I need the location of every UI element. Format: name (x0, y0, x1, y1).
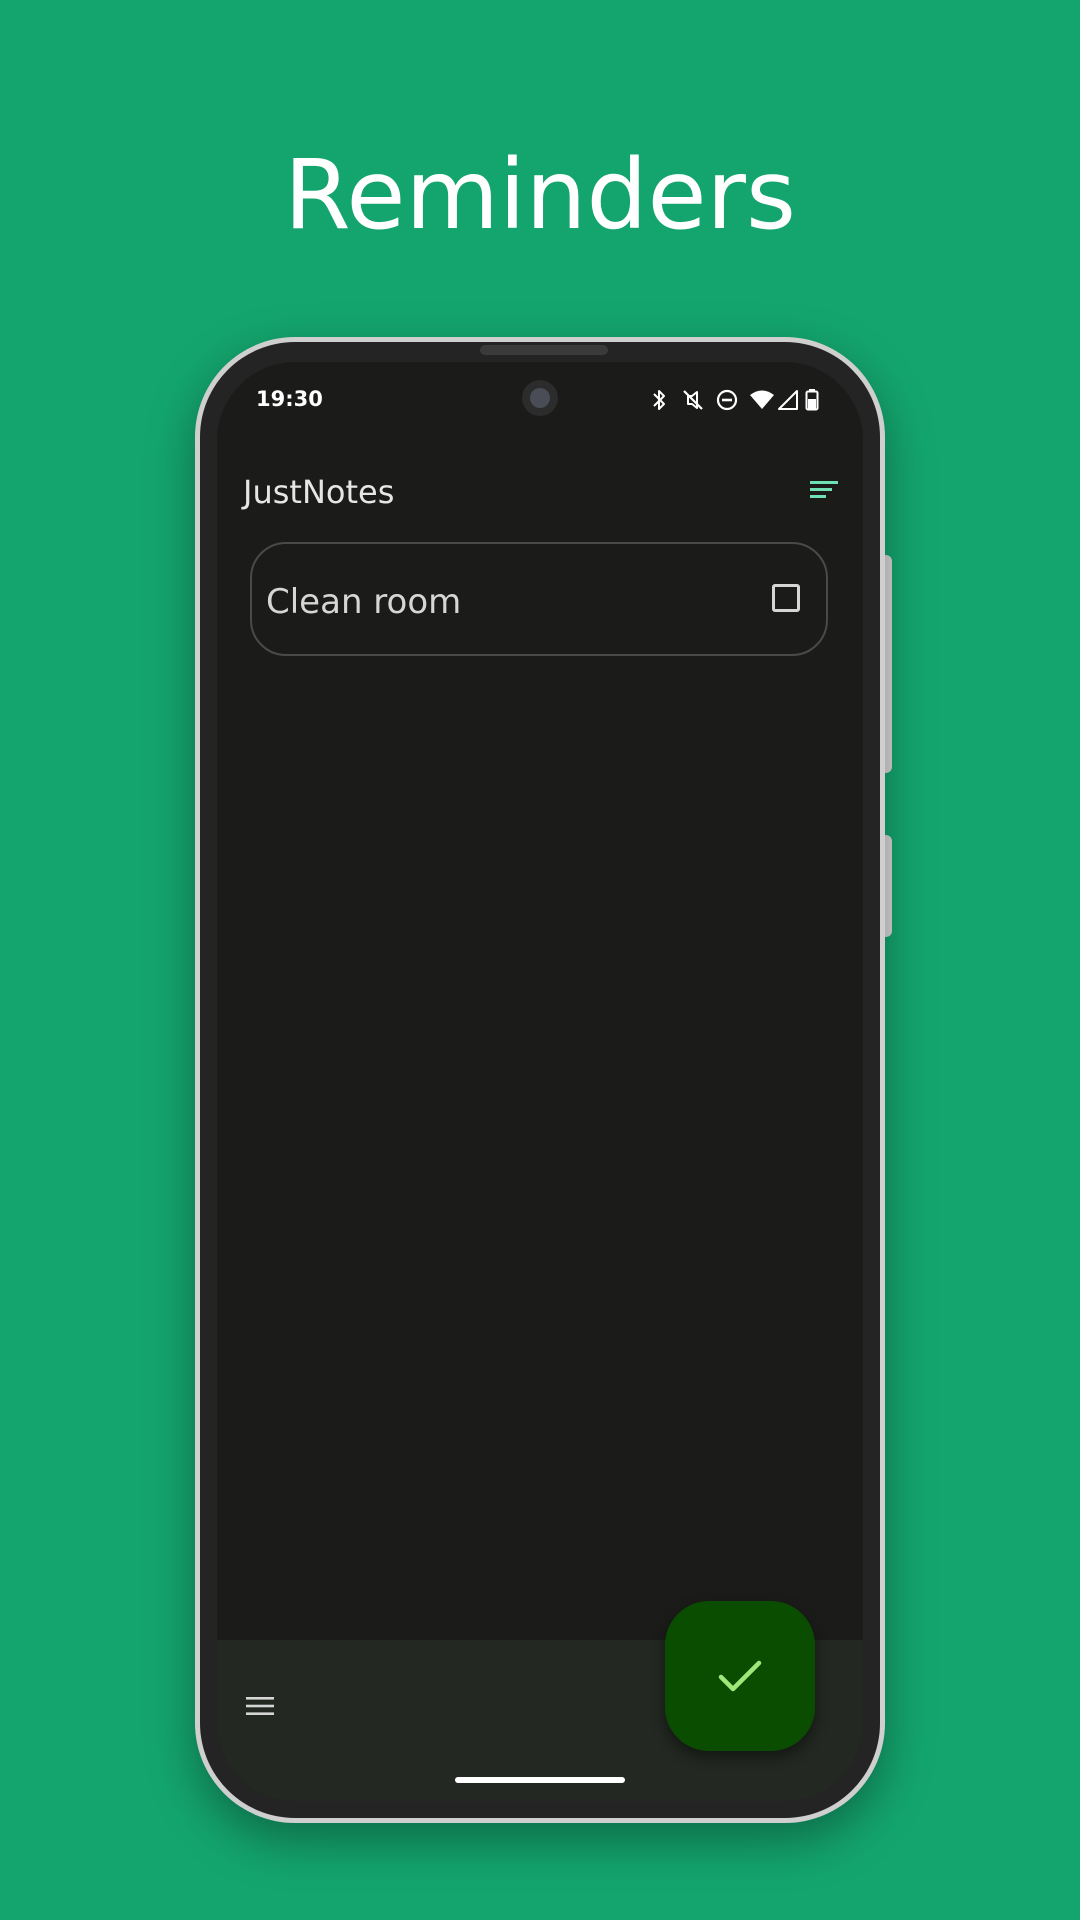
muted-icon (683, 390, 703, 410)
phone-body: 19:30 JustNotes Clean room (200, 342, 880, 1818)
power-button (884, 555, 892, 773)
do-not-disturb-icon (716, 389, 738, 411)
phone-frame: 19:30 JustNotes Clean room (195, 337, 885, 1823)
save-fab[interactable] (665, 1601, 815, 1751)
bluetooth-icon (653, 390, 665, 410)
signal-icon (778, 390, 798, 410)
home-indicator[interactable] (455, 1777, 625, 1783)
note-text: Clean room (266, 582, 462, 622)
wifi-icon (750, 390, 774, 409)
menu-button[interactable] (245, 1694, 275, 1718)
note-checkbox[interactable] (772, 584, 800, 612)
phone-screen: 19:30 JustNotes Clean room (217, 362, 863, 1801)
volume-button (884, 835, 892, 937)
status-time: 19:30 (256, 387, 323, 411)
earpiece-speaker (480, 345, 608, 355)
sort-icon (810, 481, 838, 498)
promo-headline: Reminders (284, 139, 796, 251)
front-camera (522, 380, 558, 416)
note-item[interactable]: Clean room (250, 542, 828, 656)
status-icons (649, 388, 829, 412)
sort-button[interactable] (808, 474, 840, 506)
menu-icon (246, 1697, 274, 1715)
check-icon (718, 1660, 762, 1692)
app-title: JustNotes (243, 473, 395, 511)
battery-icon (805, 389, 819, 411)
